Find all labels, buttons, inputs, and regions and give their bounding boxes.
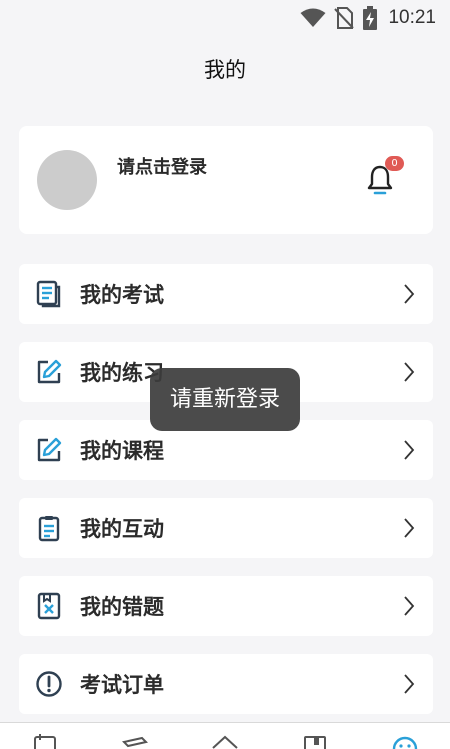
book-icon[interactable] xyxy=(302,734,328,749)
notification-badge: 0 xyxy=(385,156,404,171)
profile-icon[interactable] xyxy=(392,734,418,749)
chevron-right-icon xyxy=(404,674,415,694)
avatar[interactable] xyxy=(37,150,97,210)
no-sim-icon xyxy=(334,7,355,29)
chevron-right-icon xyxy=(404,518,415,538)
menu-item-label: 我的错题 xyxy=(80,595,164,619)
profile-card[interactable]: 请点击登录 0 xyxy=(19,126,433,234)
chevron-right-icon xyxy=(404,284,415,304)
menu-item-label: 考试订单 xyxy=(80,673,164,697)
chevron-right-icon xyxy=(404,596,415,616)
menu-item-label: 我的考试 xyxy=(80,283,164,307)
menu-item-exam-orders[interactable]: 考试订单 xyxy=(19,654,433,714)
login-prompt[interactable]: 请点击登录 xyxy=(117,153,207,179)
menu-item-label: 我的互动 xyxy=(80,517,164,541)
clipboard-icon xyxy=(38,516,60,542)
menu-item-my-wrong-questions[interactable]: 我的错题 xyxy=(19,576,433,636)
edit-icon xyxy=(37,437,62,462)
bottom-tab-bar xyxy=(0,722,450,749)
exam-list-icon xyxy=(36,280,61,308)
battery-charging-icon xyxy=(363,6,378,30)
status-bar: 10:21 xyxy=(0,0,450,36)
menu-item-label: 我的课程 xyxy=(80,439,164,463)
menu-item-my-interactions[interactable]: 我的互动 xyxy=(19,498,433,558)
document-icon[interactable] xyxy=(32,734,58,749)
toast-message: 请重新登录 xyxy=(150,368,300,431)
edit-icon xyxy=(37,359,62,384)
chevron-right-icon xyxy=(404,362,415,382)
wrong-question-icon xyxy=(37,592,61,620)
menu-item-my-exams[interactable]: 我的考试 xyxy=(19,264,433,324)
page-title: 我的 xyxy=(204,58,246,82)
clock: 10:21 xyxy=(388,7,436,28)
pen-icon[interactable] xyxy=(122,734,148,749)
wifi-icon xyxy=(300,8,326,27)
home-icon[interactable] xyxy=(212,734,238,749)
chevron-right-icon xyxy=(404,440,415,460)
info-circle-icon xyxy=(36,671,62,697)
